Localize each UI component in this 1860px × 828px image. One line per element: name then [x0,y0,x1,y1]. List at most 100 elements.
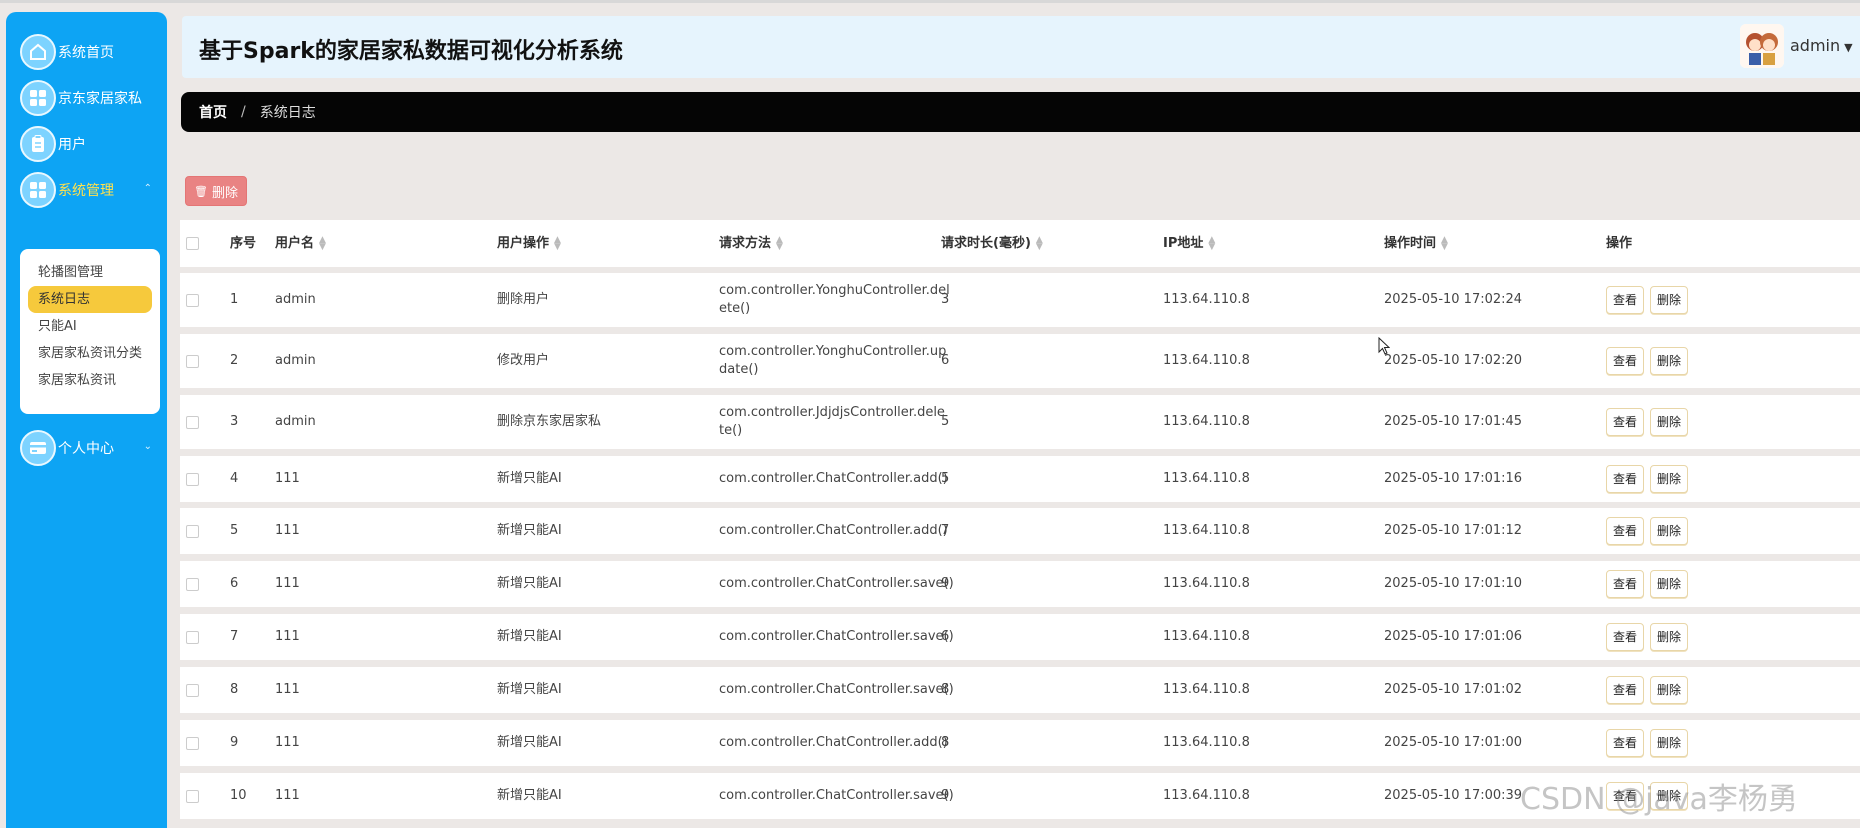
view-button[interactable]: 查看 [1606,465,1645,493]
row-time: 2025-05-10 17:01:45 [1384,414,1523,429]
sidebar-item-home[interactable]: 系统首页 [20,32,160,72]
row-checkbox[interactable] [186,456,199,502]
view-button[interactable]: 查看 [1606,729,1645,757]
chevron-down-icon: ⌄ [143,441,152,452]
submenu-item-carousel[interactable]: 轮播图管理 [28,259,152,286]
sort-icon: ▲ ▼ [1208,234,1216,252]
table-row: 5 111 新增只能AI com.controller.ChatController.… [180,508,1860,554]
view-button[interactable]: 查看 [1606,570,1645,598]
trash-icon: 🗑 [194,184,208,198]
row-operation: 新增只能AI [497,629,562,644]
row-checkbox[interactable] [186,720,199,766]
system-title: 基于Spark的家居家私数据可视化分析系统 [199,39,623,64]
breadcrumb-current: 系统日志 [259,105,316,121]
grid-icon [20,172,56,208]
row-delete-button[interactable]: 删除 [1650,517,1689,545]
row-operation: 删除京东家居家私 [497,414,602,429]
row-method: com.controller.ChatController.save() [719,682,954,697]
col-header-no: 序号 [230,235,257,251]
submenu-item-ai[interactable]: 只能AI [28,313,152,340]
username-label: admin [1790,36,1841,55]
sort-icon: ▲ ▼ [776,234,783,252]
mouse-cursor-icon [1378,337,1390,355]
row-actions: 查看 删除 [1606,667,1694,713]
row-delete-button[interactable]: 删除 [1650,729,1689,757]
row-username: 111 [275,735,300,750]
sidebar-item-jd-furniture[interactable]: 京东家居家私 [20,78,160,118]
sidebar-item-system-management[interactable]: 系统管理 ⌃ [20,170,160,210]
row-operation: 新增只能AI [497,682,562,697]
col-header-username[interactable]: 用户名 ▲ ▼ [275,220,326,267]
row-operation: 删除用户 [497,292,550,307]
view-button[interactable]: 查看 [1606,517,1645,545]
bulk-delete-button[interactable]: 🗑 删除 [185,176,247,206]
row-ip: 113.64.110.8 [1163,414,1250,429]
row-checkbox[interactable] [186,667,199,713]
row-delete-button[interactable]: 删除 [1650,286,1689,314]
view-button[interactable]: 查看 [1606,676,1645,704]
table-row: 4 111 新增只能AI com.controller.ChatController.… [180,456,1860,502]
table-row: 7 111 新增只能AI com.controller.ChatController.… [180,614,1860,660]
view-button[interactable]: 查看 [1606,347,1645,375]
row-ip: 113.64.110.8 [1163,788,1250,803]
row-no: 1 [230,292,239,307]
row-delete-button[interactable]: 删除 [1650,570,1689,598]
row-username: admin [275,292,316,307]
row-delete-button[interactable]: 删除 [1650,623,1689,651]
sidebar-item-label: 系统管理 [58,183,114,199]
submenu-item-news[interactable]: 家居家私资讯 [28,367,152,394]
row-checkbox[interactable] [186,395,199,449]
breadcrumb-separator: / [241,104,246,120]
row-checkbox[interactable] [186,614,199,660]
avatar[interactable] [1740,24,1784,68]
table-row: 1 admin 删除用户 com.controller.YonghuControlle… [180,273,1860,327]
system-management-submenu: 轮播图管理 系统日志 只能AI 家居家私资讯分类 家居家私资讯 [20,249,160,414]
col-header-actions: 操作 [1606,235,1633,251]
home-icon [20,34,56,70]
row-no: 4 [230,471,239,486]
row-time: 2025-05-10 17:02:24 [1384,292,1523,307]
sidebar-item-users[interactable]: 用户 [20,124,160,164]
row-time: 2025-05-10 17:01:02 [1384,682,1523,697]
table-row: 2 admin 修改用户 com.controller.YonghuControlle… [180,334,1860,388]
row-username: 111 [275,788,300,803]
col-header-operation[interactable]: 用户操作 ▲ ▼ [497,220,561,267]
table-row: 8 111 新增只能AI com.controller.ChatController.… [180,667,1860,713]
row-no: 8 [230,682,239,697]
row-no: 7 [230,629,239,644]
row-delete-button[interactable]: 删除 [1650,347,1689,375]
view-button[interactable]: 查看 [1606,408,1645,436]
view-button[interactable]: 查看 [1606,286,1645,314]
row-delete-button[interactable]: 删除 [1650,408,1689,436]
col-header-method[interactable]: 请求方法 ▲ ▼ [719,220,783,267]
col-header-time[interactable]: 操作时间 ▲ ▼ [1384,220,1448,267]
row-checkbox[interactable] [186,273,199,327]
row-username: 111 [275,523,300,538]
sidebar-item-label: 系统首页 [58,45,114,61]
watermark: CSDN @java李杨勇 [1520,782,1798,817]
row-checkbox[interactable] [186,773,199,819]
row-operation: 新增只能AI [497,471,562,486]
view-button[interactable]: 查看 [1606,623,1645,651]
sort-icon: ▲ ▼ [319,234,326,252]
breadcrumb-home[interactable]: 首页 [199,102,227,122]
col-header-ip[interactable]: IP地址 ▲ ▼ [1163,220,1215,267]
sidebar-item-personal-center[interactable]: 个人中心 ⌄ [20,428,160,468]
row-checkbox[interactable] [186,561,199,607]
row-time: 2025-05-10 17:01:12 [1384,523,1523,538]
row-no: 9 [230,735,239,750]
user-menu[interactable]: admin ▼ [1790,36,1853,55]
col-header-duration[interactable]: 请求时长(毫秒) ▲ ▼ [941,220,1043,267]
row-delete-button[interactable]: 删除 [1650,465,1689,493]
sidebar-item-label: 用户 [58,137,86,153]
row-checkbox[interactable] [186,334,199,388]
submenu-item-news-category[interactable]: 家居家私资讯分类 [28,340,152,367]
grid-icon [20,80,56,116]
row-duration: 5 [941,414,950,429]
select-all-checkbox[interactable] [186,220,199,267]
row-delete-button[interactable]: 删除 [1650,676,1689,704]
submenu-item-system-log[interactable]: 系统日志 [28,286,152,313]
row-checkbox[interactable] [186,508,199,554]
row-ip: 113.64.110.8 [1163,576,1250,591]
row-ip: 113.64.110.8 [1163,471,1250,486]
